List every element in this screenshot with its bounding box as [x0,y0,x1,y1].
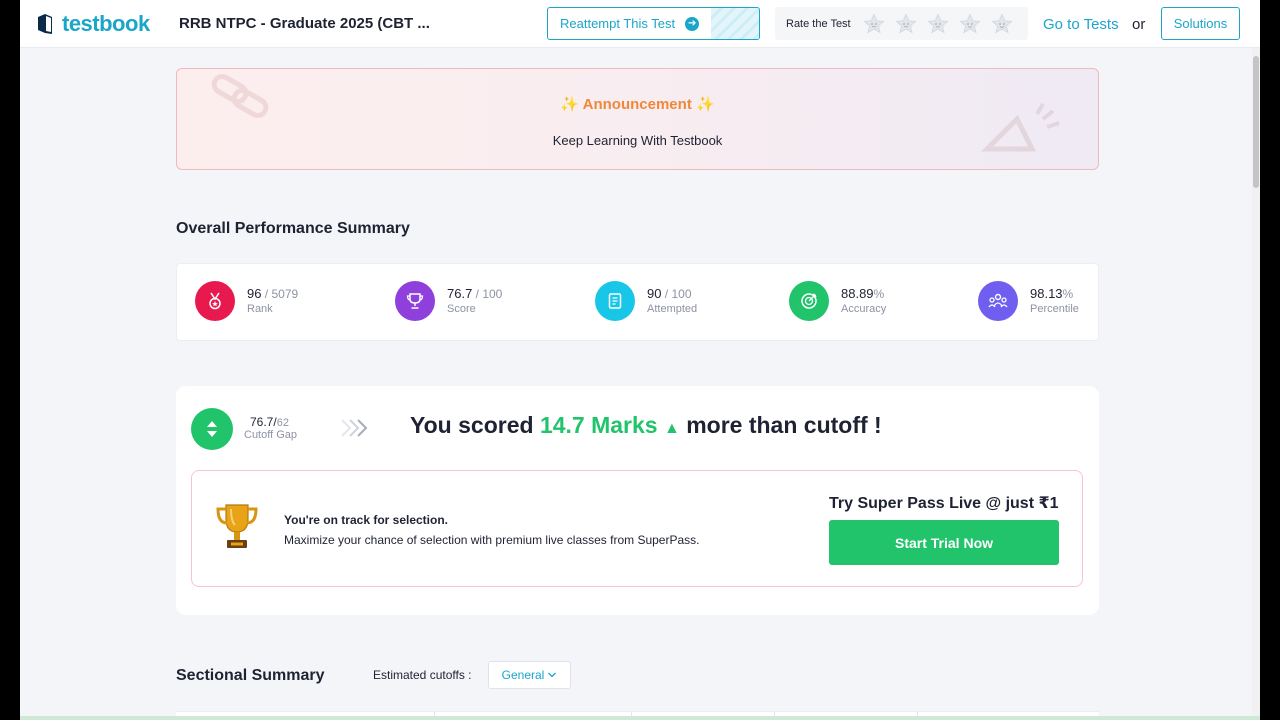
medal-icon [195,281,235,321]
accuracy-label: Accuracy [841,303,887,315]
cutoff-value-row: 76.7/62 [250,415,289,429]
sparkle-icon: ✨ [695,96,715,113]
score-value: 76.7 [447,286,473,301]
people-icon [978,281,1018,321]
sectional-summary-title: Sectional Summary [176,667,325,684]
stat-score: 76.7 / 100 Score [395,281,502,321]
announcement-text: Keep Learning With Testbook [552,133,723,148]
button-decoration [711,8,759,39]
scored-marks: 14.7 Marks [539,412,658,438]
reattempt-test-button[interactable]: Reattempt This Test ➔ [547,7,760,40]
testbook-logo[interactable]: testbook [34,10,150,38]
superpass-promo-box: You're on track for selection. Maximize … [191,470,1083,587]
rate-test-box: Rate the Test [775,7,1028,40]
stat-percentile: 98.13% Percentile [978,281,1079,321]
attempted-value: 90 [647,286,662,301]
rate-label: Rate the Test [786,17,851,30]
logo-text: testbook [62,11,150,36]
stat-attempted: 90 / 100 Attempted [595,281,697,321]
gold-trophy-icon [216,504,258,548]
announcement-title-row: ✨ Announcement ✨ [177,95,1098,113]
estimated-cutoffs-label: Estimated cutoffs : [373,668,472,682]
accuracy-value: 88.89 [841,286,874,301]
performance-summary-title: Overall Performance Summary [176,220,410,237]
clipboard-icon [595,281,635,321]
reattempt-label: Reattempt This Test [560,16,676,31]
star-icon[interactable] [895,13,917,35]
score-label: Score [447,303,476,315]
announcement-title: Announcement [582,96,692,113]
logo-book-icon [38,14,52,34]
arrow-right-icon: ➔ [685,16,700,31]
go-to-tests-link[interactable]: Go to Tests [1043,16,1119,33]
target-icon [789,281,829,321]
score-total: / 100 [472,287,503,301]
performance-summary-card: 96 / 5079 Rank 76.7 / 100 Score 90 / 100… [176,263,1099,341]
page-scrollbar[interactable] [1252,48,1260,720]
star-icon[interactable] [927,13,949,35]
cutoff-marks: 62 [276,417,289,429]
scored-suffix: more than cutoff ! [679,412,882,438]
category-selected: General [501,668,545,682]
scored-prefix: You scored [410,412,540,438]
category-dropdown[interactable]: General [488,661,571,689]
cutoff-score: 76.7/ [250,415,277,429]
or-text: or [1132,16,1146,33]
star-icon[interactable] [863,13,885,35]
superpass-title: Try Super Pass Live @ just ₹1 [829,495,1059,512]
trophy-icon [395,281,435,321]
promo-description: Maximize your chance of selection with p… [284,533,700,547]
test-title: RRB NTPC - Graduate 2025 (CBT ... [179,15,430,32]
cutoff-message: You scored 14.7 Marks ▲ more than cutoff… [410,412,882,439]
cutoff-arrows-icon [191,408,233,450]
stat-accuracy: 88.89% Accuracy [789,281,886,321]
attempted-total: / 100 [661,287,692,301]
accuracy-unit: % [873,287,885,301]
start-trial-button[interactable]: Start Trial Now [829,520,1059,565]
announcement-banner: ✨ Announcement ✨ Keep Learning With Test… [176,68,1099,170]
chevrons-right-icon [341,419,368,437]
rank-value: 96 [247,286,262,301]
rank-label: Rank [247,303,273,315]
arrow-up-icon: ▲ [663,420,680,437]
chevron-down-icon [548,672,557,678]
percentile-label: Percentile [1030,303,1079,315]
cutoff-gap-label: Cutoff Gap [244,429,297,441]
rank-total: / 5079 [261,287,299,301]
sparkle-icon: ✨ [560,96,580,113]
page-viewport: testbook RRB NTPC - Graduate 2025 (CBT .… [20,0,1260,720]
star-icon[interactable] [991,13,1013,35]
stat-rank: 96 / 5079 Rank [195,281,298,321]
scrollbar-thumb[interactable] [1253,56,1259,188]
top-header: testbook RRB NTPC - Graduate 2025 (CBT .… [20,0,1260,48]
bottom-status-strip [20,716,1260,720]
percentile-unit: % [1062,287,1074,301]
percentile-value: 98.13 [1030,286,1063,301]
attempted-label: Attempted [647,303,698,315]
star-icon[interactable] [959,13,981,35]
cutoff-card: 76.7/62 Cutoff Gap You scored 14.7 Marks… [176,386,1099,615]
promo-headline: You're on track for selection. [284,513,449,527]
solutions-button[interactable]: Solutions [1161,7,1240,40]
